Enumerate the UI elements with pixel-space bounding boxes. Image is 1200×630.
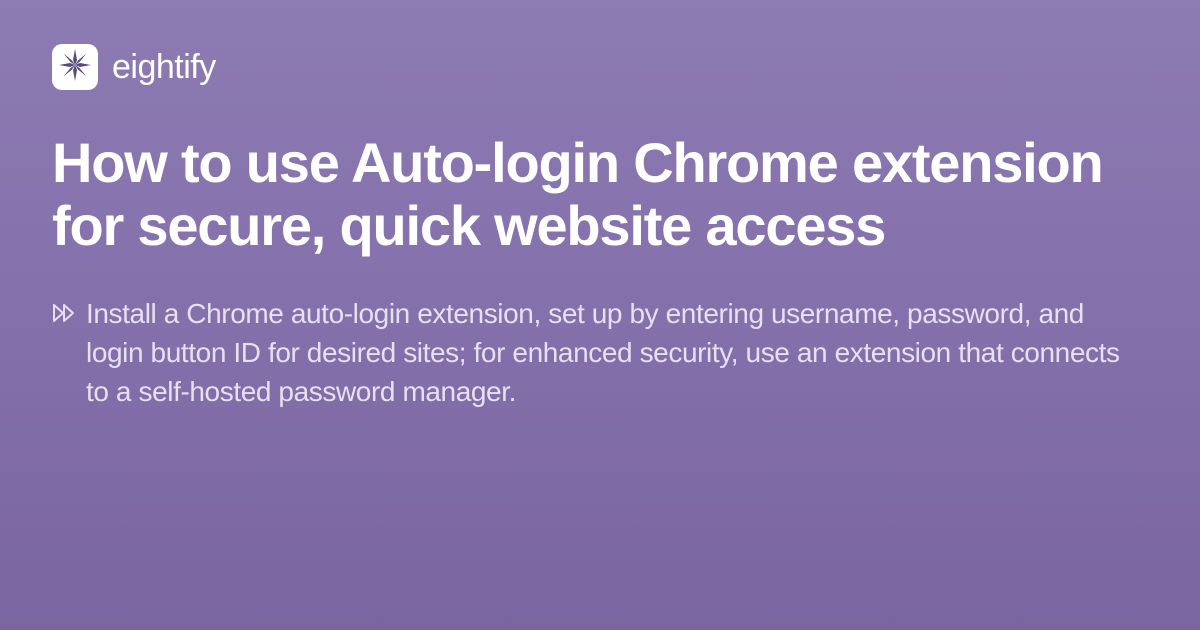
brand-name: eightify [112, 48, 216, 87]
logo-badge [52, 44, 98, 90]
summary-text: Install a Chrome auto-login extension, s… [86, 295, 1148, 411]
brand-logo-row: eightify [52, 44, 1148, 90]
page-title: How to use Auto-login Chrome extension f… [52, 132, 1148, 257]
fast-forward-icon [52, 302, 76, 324]
summary-row: Install a Chrome auto-login extension, s… [52, 295, 1148, 411]
spark-icon [58, 48, 92, 87]
